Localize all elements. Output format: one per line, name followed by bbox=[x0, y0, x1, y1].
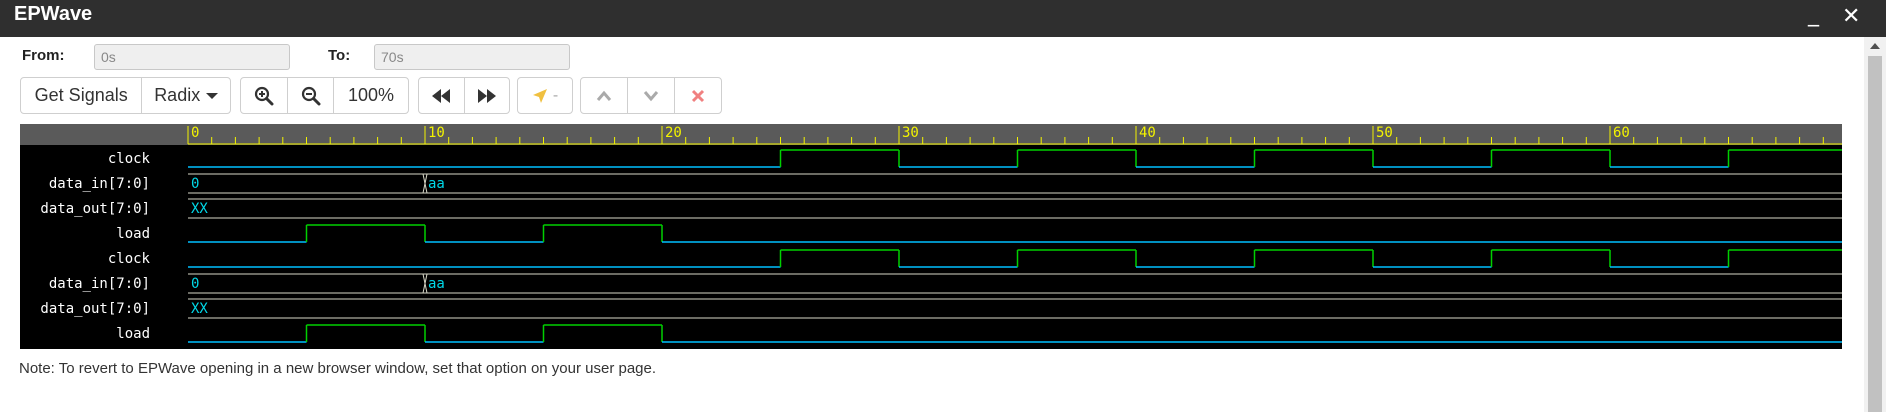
zoom-in-button[interactable] bbox=[241, 78, 288, 113]
rewind-icon bbox=[432, 88, 451, 103]
tick-label: 10 bbox=[428, 125, 445, 141]
marker-button-group: - bbox=[517, 77, 573, 114]
tick-label: 20 bbox=[665, 125, 682, 141]
time-ruler bbox=[20, 124, 1842, 145]
tick-label: 60 bbox=[1613, 125, 1630, 141]
next-edge-button[interactable] bbox=[465, 78, 510, 113]
to-label: To: bbox=[328, 47, 351, 64]
close-icon bbox=[691, 89, 705, 102]
get-signals-button[interactable]: Get Signals bbox=[21, 78, 143, 113]
signal-name-load: load bbox=[116, 226, 150, 242]
zoom-in-icon bbox=[254, 86, 274, 105]
signal-name-clock: clock bbox=[108, 151, 151, 167]
move-down-button[interactable] bbox=[628, 78, 675, 113]
zoom-button-group: 100% bbox=[240, 77, 409, 114]
navigation-button-group bbox=[418, 77, 510, 114]
zoom-out-icon bbox=[301, 86, 320, 105]
bus-value: aa bbox=[428, 276, 445, 292]
radix-dropdown[interactable]: Radix bbox=[142, 78, 230, 113]
waveform-view[interactable]: 0 10 20 30 40 50 60 clock data_in[7:0] 0 aa data_ou… bbox=[20, 124, 1842, 349]
signal-name-clock: clock bbox=[108, 251, 151, 267]
move-up-button[interactable] bbox=[581, 78, 628, 113]
from-input[interactable] bbox=[94, 44, 290, 70]
signal-name-data_out: data_out[7:0] bbox=[40, 201, 150, 217]
signal-name-data_in: data_in[7:0] bbox=[49, 176, 150, 192]
tick-label: 0 bbox=[191, 125, 199, 141]
tick-label: 30 bbox=[902, 125, 919, 141]
bus-value: XX bbox=[191, 201, 208, 217]
radix-label: Radix bbox=[154, 85, 201, 105]
previous-edge-button[interactable] bbox=[419, 78, 465, 113]
fast-forward-icon bbox=[477, 88, 496, 103]
scrollbar-thumb[interactable] bbox=[1868, 56, 1882, 412]
zoom-level-button[interactable]: 100% bbox=[334, 78, 408, 113]
minimize-button[interactable]: _ bbox=[1808, 2, 1819, 28]
chevron-down-icon bbox=[643, 90, 659, 101]
waveform-panel[interactable]: 0 10 20 30 40 50 60 clock data_in[7:0] 0 aa data_ou… bbox=[20, 124, 1842, 349]
from-label: From: bbox=[22, 47, 65, 64]
signal-order-button-group bbox=[580, 77, 722, 114]
signal-name-data_in: data_in[7:0] bbox=[49, 276, 150, 292]
marker-button[interactable]: - bbox=[518, 78, 572, 113]
bus-value: 0 bbox=[191, 276, 199, 292]
zoom-out-button[interactable] bbox=[288, 78, 334, 113]
to-input[interactable] bbox=[374, 44, 570, 70]
scroll-up-arrow-icon[interactable] bbox=[1870, 43, 1880, 49]
cursor-arrow-icon bbox=[532, 88, 547, 103]
signal-name-load: load bbox=[116, 326, 150, 342]
remove-signal-button[interactable] bbox=[675, 78, 721, 113]
marker-label: - bbox=[552, 86, 559, 104]
bus-value: XX bbox=[191, 301, 208, 317]
caret-down-icon bbox=[206, 92, 219, 99]
tick-label: 50 bbox=[1376, 125, 1393, 141]
bus-value: 0 bbox=[191, 176, 199, 192]
tick-label: 40 bbox=[1139, 125, 1156, 141]
title-bar: EPWave _ ✕ bbox=[0, 0, 1886, 37]
note-text: Note: To revert to EPWave opening in a n… bbox=[19, 360, 657, 377]
bus-value: aa bbox=[428, 176, 445, 192]
signals-button-group: Get Signals Radix bbox=[20, 77, 231, 114]
close-window-button[interactable]: ✕ bbox=[1842, 4, 1860, 30]
chevron-up-icon bbox=[596, 90, 612, 101]
window-title: EPWave bbox=[14, 3, 93, 25]
vertical-scrollbar[interactable] bbox=[1864, 37, 1886, 412]
signal-name-data_out: data_out[7:0] bbox=[40, 301, 150, 317]
